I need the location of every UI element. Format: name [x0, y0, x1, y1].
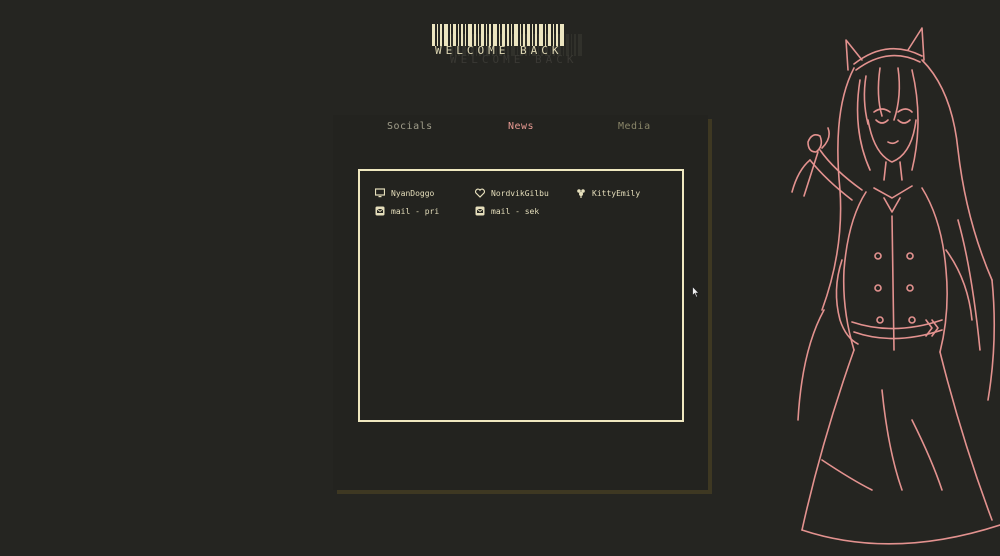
- link-nyandoggo[interactable]: NyanDoggo: [375, 188, 434, 198]
- link-label: mail - pri: [391, 206, 440, 216]
- tab-socials[interactable]: Socials: [387, 121, 433, 132]
- character-lineart-illustration: [791, 27, 1000, 545]
- welcome-banner: WELCOME BACK WELCOME BACK: [432, 24, 602, 72]
- flower-icon: [577, 189, 585, 198]
- tab-news[interactable]: News: [508, 121, 534, 132]
- link-kittyemily[interactable]: KittyEmily: [576, 188, 640, 198]
- mail-icon: [475, 206, 485, 216]
- link-label: NyanDoggo: [391, 188, 435, 198]
- links-box: NyanDoggo NordvikGilbu KittyEmily mail -…: [358, 169, 684, 422]
- link-nordvikgilbu[interactable]: NordvikGilbu: [475, 188, 549, 198]
- link-label: mail - sek: [491, 206, 540, 216]
- mail-icon: [375, 206, 385, 216]
- heart-icon: [475, 188, 485, 198]
- link-mail-pri[interactable]: mail - pri: [375, 206, 439, 216]
- link-label: NordvikGilbu: [491, 188, 549, 198]
- welcome-title: WELCOME BACK: [435, 44, 563, 57]
- startpage-panel: Socials News Media NyanDoggo NordvikGilb…: [333, 115, 708, 490]
- mouse-pointer-icon: [692, 286, 700, 298]
- monitor-icon: [375, 188, 385, 198]
- link-mail-sek[interactable]: mail - sek: [475, 206, 539, 216]
- tab-media[interactable]: Media: [618, 121, 651, 132]
- barcode-icon: [432, 24, 564, 46]
- tab-bar: Socials News Media: [333, 121, 708, 137]
- link-label: KittyEmily: [592, 188, 641, 198]
